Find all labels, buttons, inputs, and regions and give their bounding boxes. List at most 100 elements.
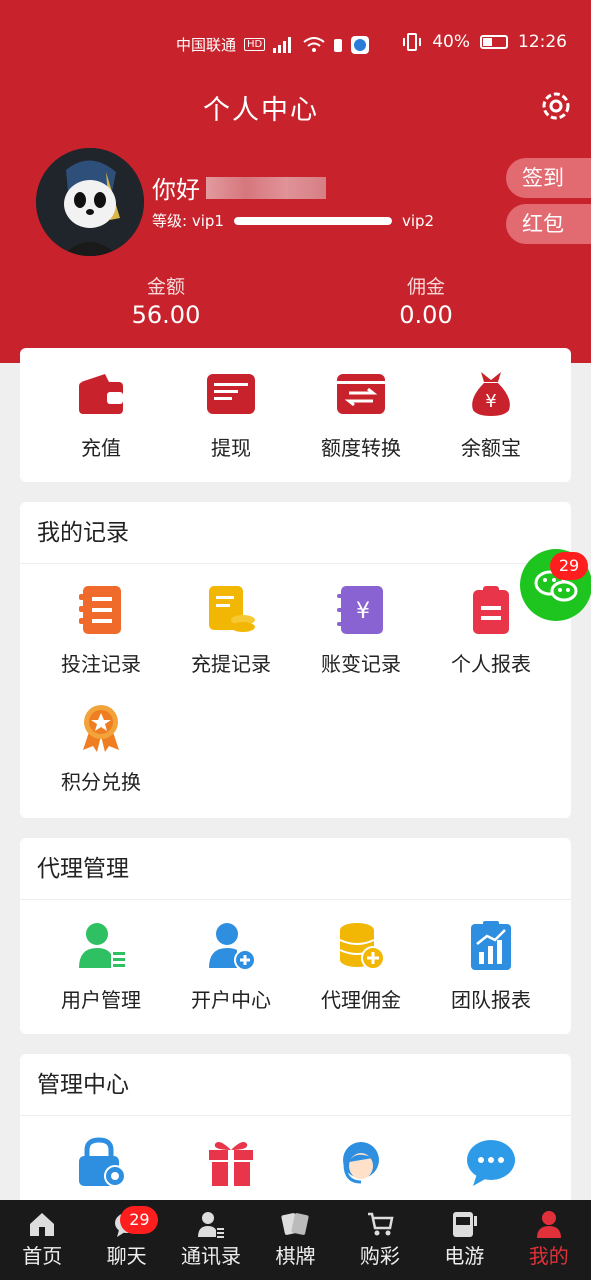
profile-header: 中国联通 HD 40% 12:26 个人中心 你好 等级: vip1 vip2 … (0, 0, 591, 363)
sign-in-button[interactable]: 签到 (506, 158, 591, 198)
settings-gear-icon[interactable] (538, 88, 574, 124)
withdraw-button[interactable]: 提现 (166, 348, 296, 466)
card-icon (207, 374, 255, 414)
account-opening-button[interactable]: 开户中心 (166, 900, 296, 1018)
next-level-label: vip2 (401, 211, 435, 230)
tab-lottery-label: 购彩 (359, 1244, 400, 1268)
agent-commission-label: 代理佣金 (321, 988, 401, 1012)
list-icon (79, 586, 121, 634)
cards-icon (281, 1213, 310, 1235)
tab-cards[interactable]: 棋牌 (253, 1200, 337, 1280)
chart-clipboard-icon (471, 921, 511, 970)
battery-percent: 40% (432, 32, 470, 52)
account-change-records-button[interactable]: ¥ 账变记录 (296, 564, 426, 682)
user-list-icon (79, 923, 125, 968)
coins-plus-icon (339, 923, 385, 970)
page-title: 个人中心 (203, 95, 319, 126)
quick-actions-card: 充值 提现 额度转换 ¥ 余额宝 (20, 348, 571, 482)
tab-home[interactable]: 首页 (0, 1200, 84, 1280)
withdraw-label: 提现 (211, 436, 251, 460)
team-report-label: 团队报表 (451, 988, 531, 1012)
points-exchange-button[interactable]: 积分兑换 (36, 682, 166, 800)
svg-text:¥: ¥ (356, 599, 370, 624)
level-label: 等级: vip1 (152, 212, 224, 230)
notification-icon (334, 38, 343, 52)
deposit-withdraw-records-label: 充提记录 (191, 652, 271, 676)
tab-cards-label: 棋牌 (275, 1244, 316, 1268)
add-user-icon (209, 923, 256, 971)
records-card: 我的记录 投注记录 充提记录 ¥ 账变记录 个人报表 积分兑换 (20, 502, 571, 818)
team-report-button[interactable]: 团队报表 (426, 900, 556, 1018)
balance-stat[interactable]: 金额 56.00 (86, 272, 246, 329)
tab-chat-badge: 29 (120, 1206, 159, 1234)
tab-mine[interactable]: 我的 (507, 1200, 591, 1280)
credit-transfer-button[interactable]: 额度转换 (296, 348, 426, 466)
status-bar: 中国联通 HD 40% 12:26 (0, 28, 591, 60)
contacts-icon (198, 1212, 225, 1238)
points-exchange-label: 积分兑换 (61, 770, 141, 794)
clock: 12:26 (518, 32, 567, 52)
battery-icon (480, 35, 508, 49)
user-management-button[interactable]: 用户管理 (36, 900, 166, 1018)
personal-report-label: 个人报表 (451, 652, 531, 676)
lock-gear-icon (79, 1137, 126, 1187)
records-title: 我的记录 (20, 502, 571, 564)
management-card: 管理中心 (20, 1054, 571, 1214)
transfer-icon (337, 374, 385, 414)
username-redacted (206, 176, 326, 199)
yuan-book-icon: ¥ (337, 586, 383, 634)
commission-value: 0.00 (399, 301, 453, 329)
bottom-tab-bar: 首页 聊天 29 通讯录 棋牌 购彩 电游 我的 (0, 1200, 591, 1280)
tab-e-games-label: 电游 (444, 1244, 485, 1268)
user-management-label: 用户管理 (61, 988, 141, 1012)
recharge-label: 充值 (81, 436, 121, 460)
lottery-cart-icon (367, 1212, 394, 1236)
svg-text:¥: ¥ (485, 391, 496, 412)
balance-value: 56.00 (131, 301, 201, 329)
tab-chat-label: 聊天 (106, 1244, 147, 1268)
vibrate-icon (403, 33, 422, 51)
account-opening-label: 开户中心 (191, 988, 271, 1012)
agent-title: 代理管理 (20, 838, 571, 900)
level-progress-bar (233, 216, 392, 225)
gift-icon (209, 1142, 253, 1186)
app-icon (351, 35, 370, 54)
agent-commission-button[interactable]: 代理佣金 (296, 900, 426, 1018)
deposit-withdraw-records-button[interactable]: 充提记录 (166, 564, 296, 682)
tab-home-label: 首页 (22, 1244, 63, 1268)
bet-records-label: 投注记录 (61, 652, 141, 676)
credit-transfer-label: 额度转换 (321, 436, 401, 460)
level-progress-fill (233, 216, 392, 225)
greeting-text: 你好 (152, 176, 200, 204)
balance-label: 金额 (146, 276, 185, 298)
tab-contacts-label: 通讯录 (181, 1244, 242, 1268)
slot-machine-icon (453, 1212, 478, 1237)
balance-treasure-button[interactable]: ¥ 余额宝 (426, 348, 556, 466)
bet-records-button[interactable]: 投注记录 (36, 564, 166, 682)
coins-clipboard-icon (209, 586, 255, 632)
floating-chat-badge: 29 (550, 552, 588, 580)
management-title: 管理中心 (20, 1054, 571, 1116)
tab-chat[interactable]: 聊天 29 (84, 1200, 168, 1280)
home-icon (30, 1213, 55, 1236)
customer-service-icon (343, 1142, 379, 1184)
tab-lottery[interactable]: 购彩 (338, 1200, 422, 1280)
panda-avatar-icon (36, 148, 144, 256)
commission-label: 佣金 (406, 276, 445, 298)
tab-e-games[interactable]: 电游 (422, 1200, 506, 1280)
balance-treasure-label: 余额宝 (461, 436, 521, 460)
tab-mine-label: 我的 (528, 1244, 569, 1268)
report-icon (473, 586, 509, 634)
medal-icon (83, 705, 119, 752)
red-packet-button[interactable]: 红包 (506, 204, 591, 244)
tab-contacts[interactable]: 通讯录 (169, 1200, 253, 1280)
account-change-records-label: 账变记录 (321, 652, 401, 676)
wifi-icon (303, 36, 325, 52)
carrier-label: 中国联通 (176, 36, 237, 54)
greeting: 你好 (152, 170, 326, 205)
commission-stat[interactable]: 佣金 0.00 (346, 272, 506, 329)
avatar[interactable] (36, 148, 144, 256)
user-icon (536, 1211, 561, 1238)
recharge-button[interactable]: 充值 (36, 348, 166, 466)
wallet-icon (79, 374, 123, 414)
